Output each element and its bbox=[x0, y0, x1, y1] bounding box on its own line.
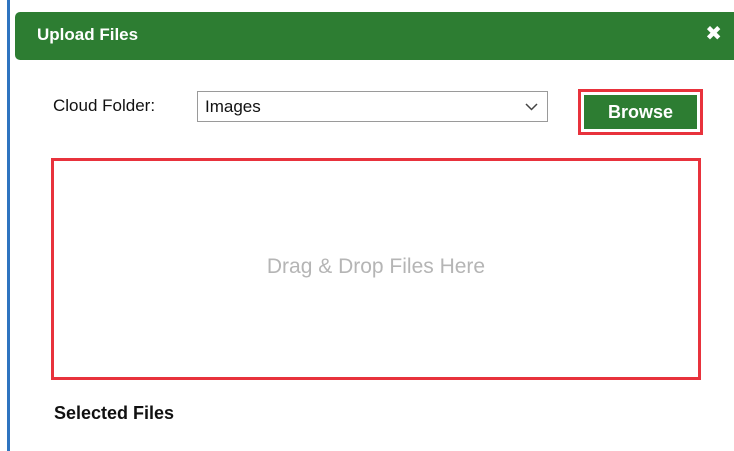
close-icon[interactable]: ✖ bbox=[705, 24, 722, 44]
dialog-title-bar: Upload Files ✖ bbox=[15, 12, 734, 60]
cloud-folder-label: Cloud Folder: bbox=[53, 96, 156, 115]
chevron-down-icon bbox=[525, 92, 538, 121]
cloud-folder-value: Images bbox=[205, 97, 261, 116]
cloud-folder-select[interactable]: Images bbox=[197, 91, 548, 122]
drop-zone-text: Drag & Drop Files Here bbox=[266, 255, 486, 278]
browse-button[interactable]: Browse bbox=[584, 95, 697, 129]
selected-files-heading: Selected Files bbox=[54, 403, 175, 423]
drag-drop-zone[interactable]: Drag & Drop Files Here bbox=[51, 158, 701, 380]
dialog-title: Upload Files bbox=[37, 25, 139, 44]
window-left-edge bbox=[7, 0, 10, 451]
upload-files-dialog: Upload Files ✖ Cloud Folder: Images Brow… bbox=[0, 0, 734, 451]
